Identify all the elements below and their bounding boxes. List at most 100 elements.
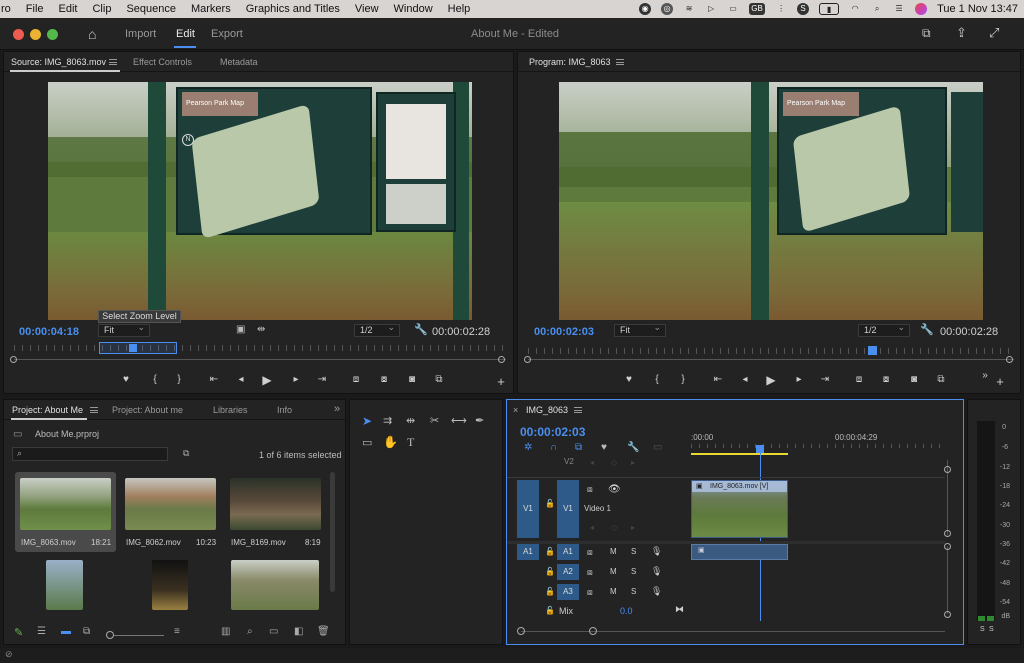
program-export-frame-icon[interactable]: ◙ bbox=[907, 374, 921, 385]
v1-eye-icon[interactable]: 👁 bbox=[608, 484, 621, 495]
audio-clip[interactable]: ▣ bbox=[691, 544, 788, 560]
timeline-menu-icon[interactable] bbox=[574, 407, 582, 413]
source-play-icon[interactable]: ▶ bbox=[260, 373, 274, 387]
search-icon[interactable]: ⌕ bbox=[871, 3, 883, 15]
source-wrench-icon[interactable]: 🔧 bbox=[414, 323, 428, 336]
new-item-icon[interactable]: ◧ bbox=[294, 626, 303, 637]
program-video-frame[interactable]: Pearson Park Map bbox=[559, 82, 983, 320]
program-timecode[interactable]: 00:00:02:03 bbox=[534, 326, 594, 338]
menu-edit[interactable]: Edit bbox=[59, 3, 78, 15]
icon-view-icon[interactable]: ▬ bbox=[61, 626, 71, 637]
sequence-tab[interactable]: IMG_8063 bbox=[526, 405, 568, 415]
source-a1-patch[interactable]: A1 bbox=[517, 544, 539, 560]
a3-solo-button[interactable]: S bbox=[631, 587, 636, 596]
timeline-settings-wrench-icon[interactable]: 🔧 bbox=[627, 442, 639, 453]
a2-lock-icon[interactable]: 🔓 bbox=[545, 567, 555, 576]
program-play-icon[interactable]: ▶ bbox=[764, 373, 778, 387]
source-video-frame[interactable]: Pearson Park Map N bbox=[48, 82, 472, 320]
tab-metadata[interactable]: Metadata bbox=[220, 57, 258, 67]
pen-tool-icon[interactable]: ✒ bbox=[475, 414, 484, 427]
track-a3-target[interactable]: A3 bbox=[557, 584, 579, 600]
audio-vertical-scrollbar[interactable] bbox=[947, 546, 948, 614]
thumb-night-path[interactable] bbox=[152, 560, 188, 610]
source-drag-video-icon[interactable]: ⇹ bbox=[257, 324, 265, 335]
thumb-gazebo[interactable] bbox=[46, 560, 83, 610]
source-scroll-handle-right[interactable] bbox=[498, 356, 505, 363]
find-icon[interactable]: ⌕ bbox=[247, 626, 253, 637]
close-button[interactable] bbox=[13, 29, 24, 40]
type-tool-icon[interactable]: T bbox=[407, 435, 414, 450]
a3-sync-icon[interactable]: ⧈ bbox=[587, 587, 593, 598]
a1-voiceover-icon[interactable]: 🎙 bbox=[651, 546, 662, 557]
menu-sequence[interactable]: Sequence bbox=[126, 3, 176, 15]
source-goto-out-icon[interactable]: ⇥ bbox=[315, 374, 329, 385]
video-clip[interactable]: IMG_8063.mov [V] ▣ bbox=[691, 480, 788, 538]
menu-window[interactable]: Window bbox=[394, 3, 433, 15]
source-zoom-scrollbar[interactable] bbox=[14, 359, 506, 360]
a3-voiceover-icon[interactable]: 🎙 bbox=[651, 586, 662, 597]
source-timecode[interactable]: 00:00:04:18 bbox=[19, 326, 79, 338]
source-export-frame-icon[interactable]: ◙ bbox=[405, 374, 419, 385]
source-zoom-select[interactable]: Fit bbox=[98, 322, 150, 337]
razor-tool-icon[interactable]: ✂ bbox=[430, 414, 439, 427]
mix-end-icon[interactable]: ⧓ bbox=[675, 604, 684, 615]
source-step-forward-icon[interactable]: ▸ bbox=[289, 374, 303, 385]
v1-lock-icon[interactable]: 🔓 bbox=[545, 499, 555, 508]
status-icon-5[interactable]: ▭ bbox=[727, 3, 739, 15]
trash-icon[interactable]: 🗑 bbox=[317, 626, 330, 637]
minimize-button[interactable] bbox=[30, 29, 41, 40]
source-add-marker-icon[interactable]: ♥ bbox=[119, 374, 133, 385]
tab-project-about-me-2[interactable]: Project: About me bbox=[112, 405, 183, 415]
source-playhead[interactable] bbox=[129, 344, 137, 352]
timeline-hscroll-handle-left[interactable] bbox=[517, 627, 525, 635]
automate-sequence-icon[interactable]: ▥ bbox=[221, 626, 230, 637]
project-panel-menu-icon[interactable] bbox=[90, 407, 98, 413]
project-item-selected[interactable]: IMG_8063.mov 18:21 bbox=[15, 472, 116, 552]
source-add-button-icon[interactable]: + bbox=[494, 374, 508, 389]
write-enable-icon[interactable]: ✎ bbox=[14, 626, 23, 639]
project-more-tabs-icon[interactable]: » bbox=[334, 403, 340, 415]
tab-export[interactable]: Export bbox=[211, 28, 243, 40]
datetime[interactable]: Tue 1 Nov 13:47 bbox=[937, 3, 1018, 15]
program-goto-out-icon[interactable]: ⇥ bbox=[818, 374, 832, 385]
track-select-tool-icon[interactable]: ⇉ bbox=[383, 414, 392, 427]
source-settings-button-icon[interactable]: ⧉ bbox=[432, 374, 446, 385]
share-icon[interactable]: ⇪ bbox=[956, 25, 967, 41]
source-mark-out-icon[interactable]: } bbox=[172, 374, 186, 385]
program-comparison-icon[interactable]: ⧉ bbox=[934, 374, 948, 385]
menu-file[interactable]: File bbox=[26, 3, 44, 15]
status-icon-3[interactable]: ≋ bbox=[683, 3, 695, 15]
control-center-icon[interactable]: ☰ bbox=[893, 3, 905, 15]
tab-effect-controls[interactable]: Effect Controls bbox=[133, 57, 192, 67]
status-icon-7[interactable]: ⋮ bbox=[775, 3, 787, 15]
tab-info[interactable]: Info bbox=[277, 405, 292, 415]
ripple-edit-tool-icon[interactable]: ⇹ bbox=[406, 414, 415, 427]
source-step-back-icon[interactable]: ◂ bbox=[234, 374, 248, 385]
video-scroll-handle-bottom[interactable] bbox=[944, 530, 951, 537]
close-sequence-icon[interactable]: × bbox=[513, 405, 518, 415]
fullscreen-icon[interactable]: ⤢ bbox=[989, 25, 999, 41]
sort-icon[interactable]: ≡ bbox=[174, 626, 180, 637]
source-panel-menu-icon[interactable] bbox=[109, 59, 117, 65]
zoom-button[interactable] bbox=[47, 29, 58, 40]
track-a2-target[interactable]: A2 bbox=[557, 564, 579, 580]
track-a1-target[interactable]: A1 bbox=[557, 544, 579, 560]
program-panel-menu-icon[interactable] bbox=[616, 59, 624, 65]
menu-graphics-titles[interactable]: Graphics and Titles bbox=[246, 3, 340, 15]
program-lift-icon[interactable]: ⧈ bbox=[852, 374, 866, 385]
program-add-button-icon[interactable]: + bbox=[993, 374, 1007, 389]
list-view-icon[interactable]: ☰ bbox=[37, 626, 46, 637]
nest-toggle-icon[interactable]: ✲ bbox=[524, 442, 532, 453]
timeline-ruler[interactable] bbox=[691, 444, 946, 448]
battery-icon[interactable]: ▮ bbox=[819, 3, 840, 15]
status-icon-1[interactable]: ◉ bbox=[639, 3, 652, 15]
program-mark-in-icon[interactable]: { bbox=[650, 374, 664, 385]
project-item[interactable]: IMG_8169.mov 8:19 bbox=[225, 472, 326, 552]
status-icon[interactable]: ⊘ bbox=[5, 649, 13, 660]
program-goto-in-icon[interactable]: ⇤ bbox=[711, 374, 725, 385]
video-scroll-handle-top[interactable] bbox=[944, 466, 951, 473]
menu-clip[interactable]: Clip bbox=[92, 3, 111, 15]
selection-tool-icon[interactable]: ➤ bbox=[362, 414, 372, 428]
program-scroll-handle-right[interactable] bbox=[1006, 356, 1013, 363]
a2-mute-button[interactable]: M bbox=[610, 567, 617, 576]
